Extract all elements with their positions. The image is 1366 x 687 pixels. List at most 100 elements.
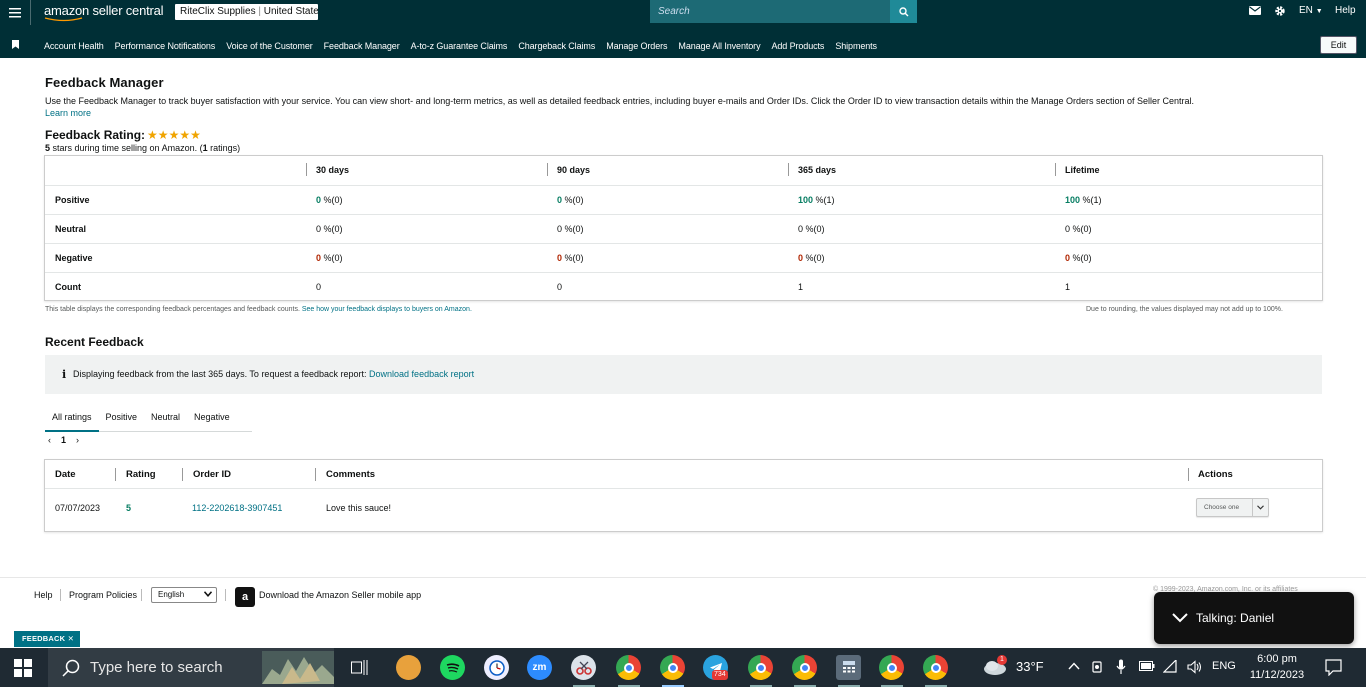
edit-nav-button[interactable]: Edit — [1320, 36, 1357, 54]
amazon-app-icon[interactable]: a — [235, 587, 255, 607]
feedback-display-link[interactable]: See how your feedback displays to buyers… — [302, 306, 472, 313]
col-actions: Actions — [1198, 469, 1233, 480]
nav-performance-notifications[interactable]: Performance Notifications — [115, 41, 216, 51]
speaker-icon[interactable] — [1187, 660, 1203, 674]
row-comment: Love this sauce! — [326, 503, 392, 513]
tab-neutral[interactable]: Neutral — [144, 405, 187, 432]
current-page[interactable]: 1 — [61, 435, 66, 445]
mail-icon[interactable] — [1249, 6, 1261, 15]
temperature[interactable]: 33°F — [1016, 659, 1044, 674]
microphone-icon[interactable] — [1116, 659, 1126, 675]
search-input[interactable]: Search — [650, 0, 891, 23]
nav-shipments[interactable]: Shipments — [835, 41, 877, 51]
col-date: Date — [55, 469, 76, 480]
metric-value: 100 — [1065, 195, 1081, 205]
description-text: Use the Feedback Manager to track buyer … — [45, 96, 1195, 106]
chrome-profile-l-icon[interactable] — [660, 655, 685, 680]
col-lifetime: Lifetime — [1065, 165, 1100, 175]
store-switcher[interactable]: RiteClix Supplies | United States — [175, 4, 318, 20]
seller-central-logo[interactable]: amazon seller central — [44, 3, 164, 18]
page-title: Feedback Manager — [45, 75, 164, 90]
clock-app-icon[interactable] — [484, 655, 509, 680]
action-dropdown[interactable]: Choose one — [1196, 498, 1269, 517]
tab-all-ratings[interactable]: All ratings — [45, 405, 99, 432]
chrome-profile-m-icon[interactable] — [748, 655, 773, 680]
zoom-icon[interactable]: zm — [527, 655, 552, 680]
program-policies-link[interactable]: Program Policies — [69, 590, 137, 600]
count-value: 0 — [557, 282, 563, 292]
input-language[interactable]: ENG — [1212, 660, 1236, 672]
rating-summary-text: stars during time selling on Amazon. ( — [50, 143, 203, 153]
footer-help-link[interactable]: Help — [34, 590, 53, 600]
top-bar: amazon seller central RiteClix Supplies … — [0, 0, 1366, 33]
tab-positive[interactable]: Positive — [99, 405, 145, 432]
chevron-left-icon[interactable]: ‹ — [48, 435, 51, 445]
nav-voice-of-customer[interactable]: Voice of the Customer — [226, 41, 313, 51]
chevron-down-icon — [204, 591, 212, 597]
help-link[interactable]: Help — [1335, 5, 1356, 16]
chevron-up-icon[interactable] — [1068, 662, 1080, 670]
chrome-profile-s-icon[interactable] — [879, 655, 904, 680]
search-icon — [62, 659, 80, 677]
search-button[interactable] — [890, 0, 917, 23]
close-icon[interactable]: ✕ — [68, 634, 74, 643]
nav-chargeback-claims[interactable]: Chargeback Claims — [518, 41, 595, 51]
chrome-profile-r-icon[interactable] — [923, 655, 948, 680]
chevron-right-icon[interactable]: › — [76, 435, 79, 445]
nav-manage-orders[interactable]: Manage Orders — [606, 41, 667, 51]
download-report-link[interactable]: Download feedback report — [369, 369, 474, 379]
col-365-days: 365 days — [798, 165, 837, 175]
calculator-icon[interactable] — [836, 655, 861, 680]
chrome-profile-icon[interactable] — [616, 655, 641, 680]
learn-more-link[interactable]: Learn more — [45, 108, 91, 118]
metric-count: %(0) — [321, 195, 343, 205]
download-app-link[interactable]: Download the Amazon Seller mobile app — [259, 590, 421, 600]
spotify-icon[interactable] — [440, 655, 465, 680]
feedback-tab[interactable]: FEEDBACK ✕ — [14, 631, 81, 647]
col-order-id: Order ID — [193, 469, 232, 480]
game-app-icon[interactable] — [396, 655, 421, 680]
bookmark-icon[interactable] — [12, 40, 19, 49]
star-icon: ★ — [190, 128, 201, 142]
recent-feedback-table: Date Rating Order ID Comments Actions 07… — [44, 459, 1323, 532]
wifi-icon[interactable] — [1163, 660, 1177, 673]
meet-now-icon[interactable] — [1092, 660, 1104, 674]
nav-a-to-z-claims[interactable]: A-to-z Guarantee Claims — [411, 41, 508, 51]
talking-text: Talking: Daniel — [1196, 611, 1275, 625]
metric-count: %(0) — [562, 195, 584, 205]
footer-language-select[interactable]: English — [151, 587, 217, 603]
chevron-down-icon: ▼ — [1315, 8, 1323, 15]
search-icon — [898, 6, 908, 16]
nav-manage-inventory[interactable]: Manage All Inventory — [678, 41, 760, 51]
gear-icon[interactable] — [1274, 5, 1286, 17]
snipping-tool-icon[interactable] — [571, 655, 596, 680]
metric-count: %(1) — [813, 195, 835, 205]
feedback-rating-label: Feedback Rating: — [45, 128, 146, 142]
info-text: Displaying feedback from the last 365 da… — [73, 369, 367, 379]
language-selector[interactable]: EN ▼ — [1299, 5, 1323, 16]
chevron-down-icon — [1252, 499, 1268, 516]
metric-count: %(0) — [1070, 253, 1092, 263]
count-value: 1 — [798, 282, 804, 292]
table-row: 07/07/2023 5 112-2202618-3907451 Love th… — [45, 489, 1322, 532]
recent-feedback-title: Recent Feedback — [45, 335, 144, 349]
metric-count: %(0) — [803, 253, 825, 263]
battery-icon[interactable] — [1139, 661, 1155, 671]
star-icon: ★ — [179, 128, 191, 142]
order-id-link[interactable]: 112-2202618-3907451 — [192, 503, 282, 513]
clock[interactable]: 6:00 pm 11/12/2023 — [1244, 651, 1310, 683]
info-icon: i — [62, 368, 67, 381]
hamburger-menu-button[interactable] — [0, 0, 31, 25]
page-description: Use the Feedback Manager to track buyer … — [45, 95, 1335, 119]
windows-start-icon[interactable] — [14, 659, 32, 677]
nav-add-products[interactable]: Add Products — [771, 41, 824, 51]
talking-toast[interactable]: Talking: Daniel — [1154, 592, 1354, 644]
nav-account-health[interactable]: Account Health — [44, 41, 104, 51]
chrome-profile-m2-icon[interactable] — [792, 655, 817, 680]
nav-feedback-manager[interactable]: Feedback Manager — [324, 41, 400, 51]
notifications-icon[interactable] — [1325, 659, 1342, 676]
metric-count: %(0) — [1070, 224, 1092, 234]
task-view-icon[interactable] — [351, 659, 369, 676]
windows-taskbar: Type here to search zm 734 1 33°F ENG 6:… — [0, 648, 1366, 687]
tab-negative[interactable]: Negative — [187, 405, 237, 432]
